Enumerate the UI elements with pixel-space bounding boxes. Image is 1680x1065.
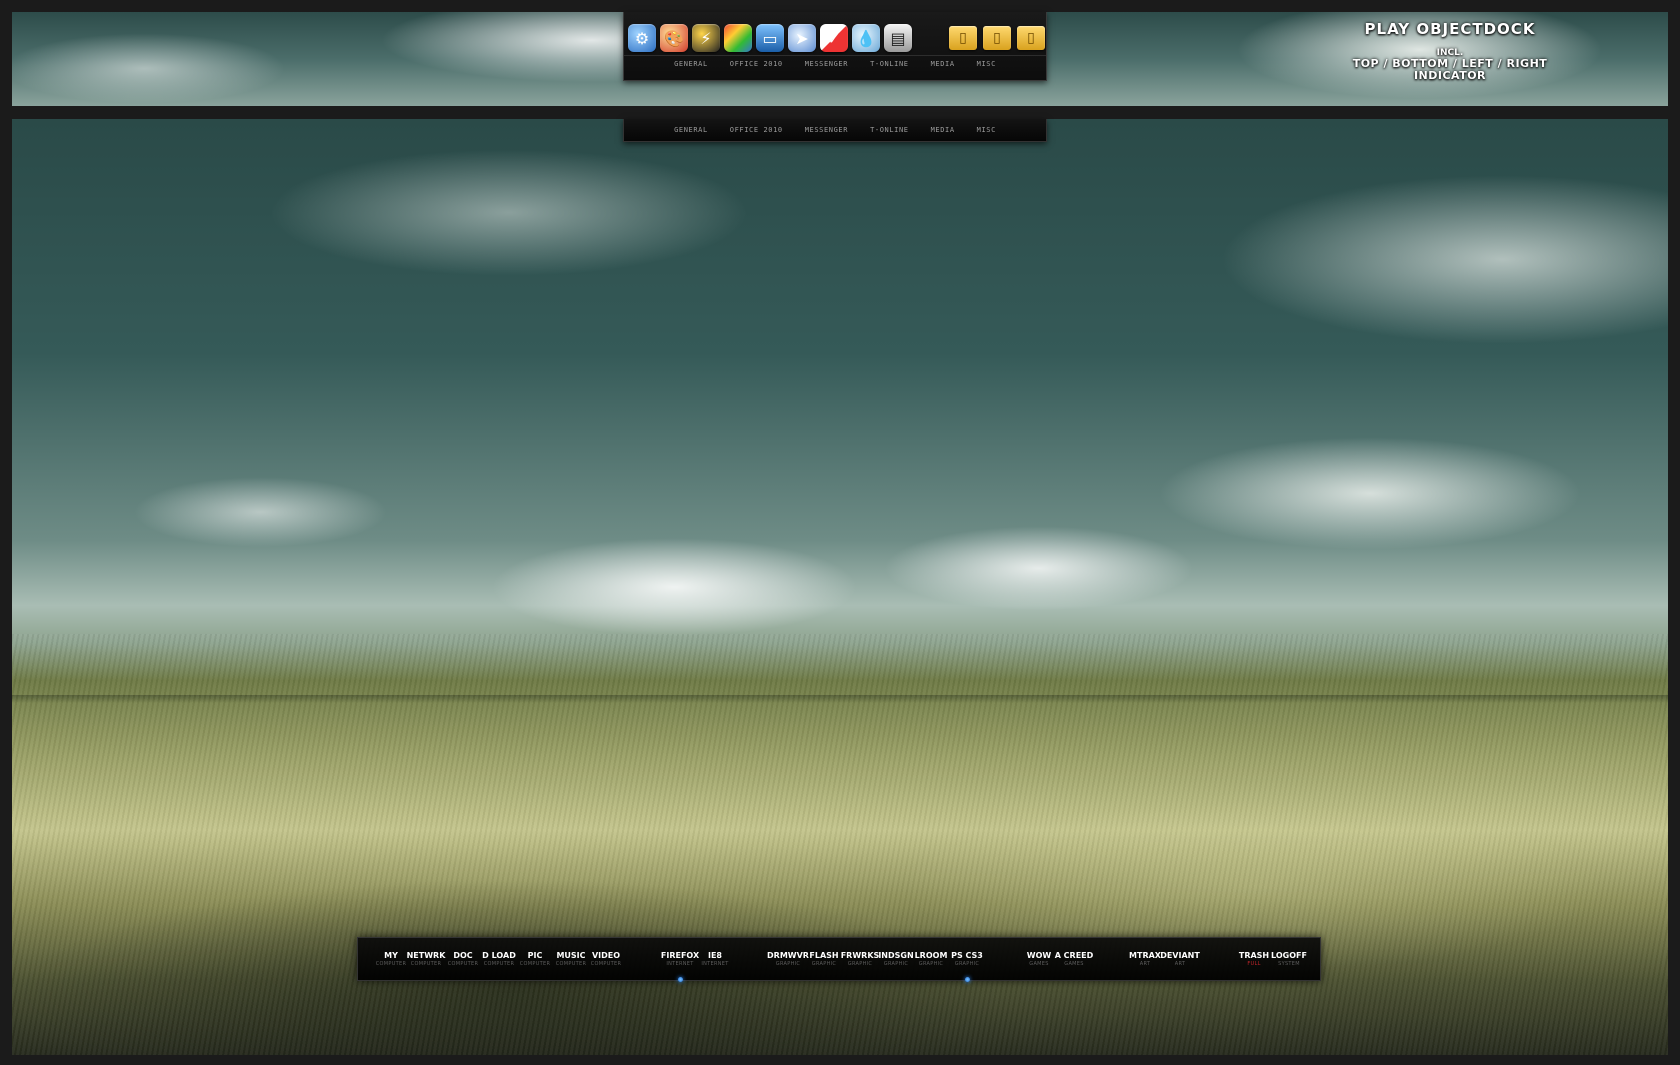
running-indicator-icon <box>964 977 970 982</box>
dock-item-ps-cs3[interactable]: PS CS3 GRAPHIC <box>945 951 989 982</box>
caption-title: PLAY OBJECTDOCK <box>1364 20 1536 38</box>
dock-item-label: IE8 <box>707 951 722 960</box>
dock-item-label: PS CS3 <box>951 951 983 960</box>
tab-media[interactable]: MEDIA <box>931 126 955 134</box>
dock-item-category: ART <box>1174 961 1186 967</box>
tab-misc[interactable]: MISC <box>977 60 996 74</box>
water-drop-icon[interactable]: 💧 <box>852 24 880 52</box>
dock-item-category: INTERNET <box>701 961 729 967</box>
dock-item-logoff[interactable]: LOGOFF SYSTEM <box>1267 951 1311 967</box>
cursor-icon[interactable]: ➤ <box>788 24 816 52</box>
tab-misc[interactable]: MISC <box>977 126 996 134</box>
tab-office-2010[interactable]: OFFICE 2010 <box>730 60 783 74</box>
checklist-icon[interactable]: ✓ <box>820 24 848 52</box>
dock-item-category: GRAPHIC <box>954 961 980 967</box>
dock-item-deviant[interactable]: DEVIANT ART <box>1158 951 1202 967</box>
tab-t-online[interactable]: T-ONLINE <box>870 60 909 74</box>
caption-indicator: INDICATOR <box>1413 69 1487 82</box>
dock-icon-row: ⚙ 🎨 ⚡ ▭ ➤ ✓ 💧 ▤ <box>628 18 912 58</box>
color-bars-icon[interactable] <box>724 24 752 52</box>
clipboard-icon[interactable]: ▤ <box>884 24 912 52</box>
dock-item-video[interactable]: VIDEO COMPUTER <box>584 951 628 967</box>
dock-item-category: GAMES <box>1064 961 1084 967</box>
settings-icon[interactable]: ⚙ <box>628 24 656 52</box>
dock-tab-bar: GENERAL OFFICE 2010 MESSENGER T-ONLINE M… <box>624 55 1046 74</box>
paint-palette-icon[interactable]: 🎨 <box>660 24 688 52</box>
tab-t-online[interactable]: T-ONLINE <box>870 126 909 134</box>
running-indicator-icon <box>677 977 683 982</box>
top-objectdock-collapsed: GENERAL OFFICE 2010 MESSENGER T-ONLINE M… <box>623 119 1047 142</box>
wallpaper-main-panel <box>12 119 1668 1055</box>
dock-item-category: COMPUTER <box>590 961 622 967</box>
folder-icon[interactable]: ▯ <box>1017 26 1045 50</box>
top-objectdock: ⚙ 🎨 ⚡ ▭ ➤ ✓ 💧 ▤ ▯ ▯ ▯ GENERAL OFFICE 201… <box>623 12 1047 81</box>
tab-messenger[interactable]: MESSENGER <box>805 126 848 134</box>
tab-general[interactable]: GENERAL <box>674 126 708 134</box>
dock-item-a-creed[interactable]: A CREED GAMES <box>1052 951 1096 967</box>
dock-item-label: DEVIANT <box>1160 951 1200 960</box>
dock-folder-group: ▯ ▯ ▯ <box>949 26 1045 50</box>
tab-media[interactable]: MEDIA <box>931 60 955 74</box>
dock-item-category: SYSTEM <box>1278 961 1300 967</box>
folder-icon[interactable]: ▯ <box>949 26 977 50</box>
flash-bolt-icon[interactable]: ⚡ <box>692 24 720 52</box>
dock-item-label: A CREED <box>1054 951 1094 960</box>
wheat-field <box>12 633 1668 1055</box>
dock-item-label: LOGOFF <box>1271 951 1307 960</box>
bottom-objectdock: MY COMPUTER NETWRK COMPUTER DOC COMPUTER D LOA… <box>357 937 1321 982</box>
tab-messenger[interactable]: MESSENGER <box>805 60 848 74</box>
dock-item-ie8[interactable]: IE8 INTERNET <box>693 951 737 967</box>
theme-caption: PLAY OBJECTDOCK INCL. TOP / BOTTOM / LEF… <box>1320 20 1580 82</box>
folder-icon[interactable]: ▯ <box>983 26 1011 50</box>
tab-general[interactable]: GENERAL <box>674 60 708 74</box>
dock-item-label: VIDEO <box>591 951 621 960</box>
monitor-icon[interactable]: ▭ <box>756 24 784 52</box>
tab-office-2010[interactable]: OFFICE 2010 <box>730 126 783 134</box>
